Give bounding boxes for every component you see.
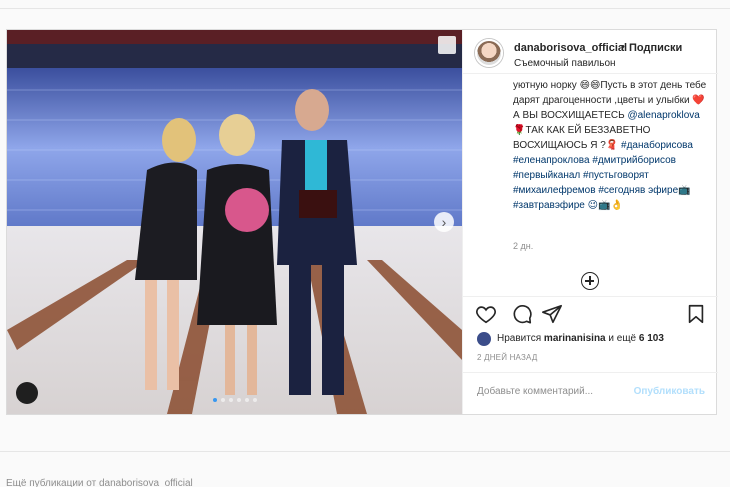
more-posts-heading: Ещё публикации от danaborisova_official — [6, 478, 193, 487]
carousel-dot — [228, 398, 233, 402]
caption-timestamp: 2 дн. — [513, 241, 534, 251]
paper-plane-icon[interactable] — [541, 303, 563, 325]
liker-avatar[interactable] — [477, 332, 491, 346]
comment-divider — [463, 372, 718, 373]
carousel-dot — [236, 398, 241, 402]
location-link[interactable]: Съемочный павильон — [514, 58, 616, 69]
carousel-dot — [252, 398, 257, 402]
likes-prefix: Нравится — [497, 333, 542, 344]
likes-suffix: и ещё — [608, 333, 637, 344]
carousel-dot — [212, 398, 217, 402]
bookmark-icon[interactable] — [685, 303, 707, 325]
separator-dot: • — [621, 41, 625, 53]
caption: уютную норку 😄😄Пусть в этот день тебе да… — [513, 78, 713, 260]
post-timestamp: 2 ДНЕЙ НАЗАД — [477, 353, 538, 362]
carousel-dots — [7, 398, 462, 402]
carousel-dot — [244, 398, 249, 402]
plus-circle-icon[interactable] — [581, 272, 599, 290]
download-icon[interactable] — [438, 36, 456, 54]
mention-link[interactable]: @alenaproklova — [627, 110, 699, 121]
likes-count[interactable]: 6 103 — [639, 333, 664, 344]
comment-input[interactable]: Добавьте комментарий... — [477, 386, 593, 397]
following-button[interactable]: Подписки — [629, 42, 682, 54]
carousel-dot — [220, 398, 225, 402]
publish-button[interactable]: Опубликовать — [634, 386, 705, 397]
likes-text[interactable]: Нравится marinanisina и ещё 6 103 — [497, 333, 664, 344]
bottom-divider — [0, 451, 730, 452]
top-divider — [0, 8, 730, 9]
post-card: › danaborisova_official • Подписки Съемо… — [6, 29, 718, 415]
post-side-panel: danaborisova_official • Подписки Съемочн… — [462, 30, 718, 414]
photo-illustration — [7, 30, 462, 414]
post-photo[interactable]: › — [7, 30, 462, 414]
comment-icon[interactable] — [511, 303, 533, 325]
avatar[interactable] — [475, 39, 503, 67]
chevron-right-icon[interactable]: › — [434, 212, 454, 232]
liked-by-user[interactable]: marinanisina — [544, 333, 606, 344]
heart-icon[interactable] — [475, 303, 497, 325]
username-link[interactable]: danaborisova_official — [514, 42, 627, 54]
actions-divider — [463, 296, 718, 297]
post-header: danaborisova_official • Подписки Съемочн… — [463, 30, 718, 74]
